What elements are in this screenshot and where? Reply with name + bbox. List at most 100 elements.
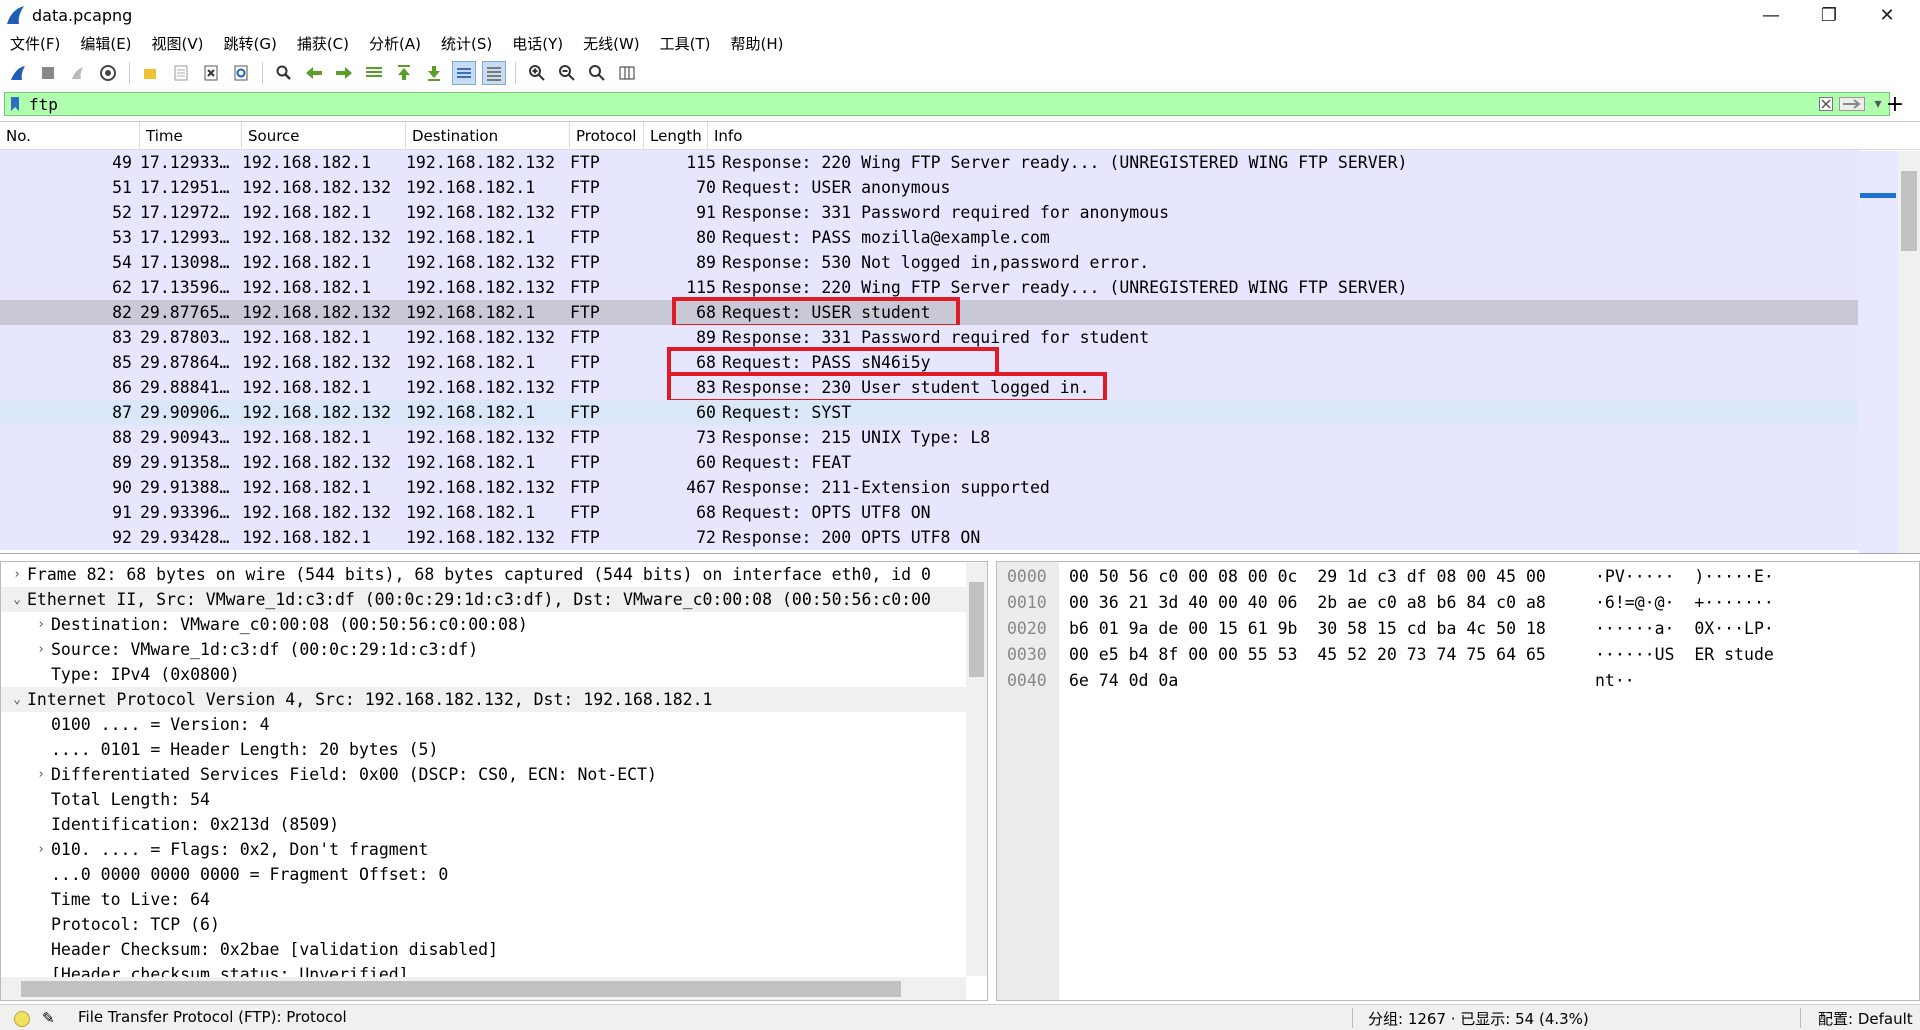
add-filter-button[interactable]: +	[1880, 92, 1910, 117]
packet-row[interactable]: 54 17.13098… 192.168.182.1 192.168.182.132 F…	[0, 250, 1860, 275]
display-filter-input[interactable]	[25, 94, 1815, 114]
save-file-icon[interactable]	[169, 61, 193, 85]
menu-help[interactable]: 帮助(H)	[731, 33, 784, 54]
menu-analyze[interactable]: 分析(A)	[369, 33, 421, 54]
column-header-time[interactable]: Time	[140, 122, 242, 150]
go-back-icon[interactable]	[302, 61, 326, 85]
chevron-right-icon[interactable]: ›	[31, 612, 51, 637]
chevron-right-icon[interactable]: ›	[31, 762, 51, 787]
reload-icon[interactable]	[229, 61, 253, 85]
bytes-ascii[interactable]: ·PV····· )·····E·	[1595, 564, 1774, 590]
bytes-ascii[interactable]: ······US ER stude	[1595, 642, 1774, 668]
capture-options-icon[interactable]	[96, 61, 120, 85]
bytes-hex[interactable]: 00 50 56 c0 00 08 00 0c 29 1d c3 df 08 0…	[1069, 564, 1546, 590]
column-header-destination[interactable]: Destination	[406, 122, 570, 150]
detail-tree-item[interactable]: Time to Live: 64	[1, 887, 987, 912]
packet-row[interactable]: 52 17.12972… 192.168.182.1 192.168.182.132 F…	[0, 200, 1860, 225]
go-last-icon[interactable]	[422, 61, 446, 85]
detail-tree-item[interactable]: › Frame 82: 68 bytes on wire (544 bits), …	[1, 562, 987, 587]
packet-row[interactable]: 49 17.12933… 192.168.182.1 192.168.182.132 F…	[0, 150, 1860, 175]
bytes-ascii[interactable]: nt··	[1595, 668, 1635, 694]
detail-tree-item[interactable]: ...0 0000 0000 0000 = Fragment Offset: 0	[1, 862, 987, 887]
column-header-source[interactable]: Source	[242, 122, 406, 150]
packet-row[interactable]: 89 29.91358… 192.168.182.132 192.168.182.1 F…	[0, 450, 1860, 475]
zoom-out-icon[interactable]	[555, 61, 579, 85]
packet-row[interactable]: 92 29.93428… 192.168.182.1 192.168.182.132 F…	[0, 525, 1860, 550]
shark-fin-start-icon[interactable]	[6, 61, 30, 85]
bookmark-icon[interactable]	[5, 93, 25, 115]
detail-tree-item[interactable]: 0100 .... = Version: 4	[1, 712, 987, 737]
details-vertical-scrollbar[interactable]	[966, 562, 987, 976]
detail-tree-item[interactable]: › Destination: VMware_c0:00:08 (00:50:56:…	[1, 612, 987, 637]
details-horizontal-scrollbar[interactable]	[1, 977, 966, 1000]
apply-filter-icon[interactable]	[1837, 93, 1867, 115]
detail-tree-item[interactable]: .... 0101 = Header Length: 20 bytes (5)	[1, 737, 987, 762]
packet-list-scrollbar[interactable]	[1898, 151, 1920, 553]
scrollbar-thumb[interactable]	[969, 582, 984, 677]
menu-tools[interactable]: 工具(T)	[660, 33, 711, 54]
go-forward-icon[interactable]	[332, 61, 356, 85]
clear-filter-icon[interactable]	[1815, 93, 1837, 115]
bytes-hex[interactable]: 6e 74 0d 0a	[1069, 668, 1178, 694]
bytes-ascii[interactable]: ······a· 0X···LP·	[1595, 616, 1774, 642]
menu-edit[interactable]: 编辑(E)	[80, 33, 131, 54]
column-header-info[interactable]: Info	[708, 122, 1920, 150]
menu-view[interactable]: 视图(V)	[152, 33, 204, 54]
packet-row[interactable]: 90 29.91388… 192.168.182.1 192.168.182.132 F…	[0, 475, 1860, 500]
detail-tree-item[interactable]: ⌄ Internet Protocol Version 4, Src: 192.1…	[1, 687, 987, 712]
expert-info-icon[interactable]	[14, 1011, 30, 1027]
detail-tree-item[interactable]: › 010. .... = Flags: 0x2, Don't fragment	[1, 837, 987, 862]
go-first-icon[interactable]	[392, 61, 416, 85]
menu-wireless[interactable]: 无线(W)	[583, 33, 640, 54]
column-header-protocol[interactable]: Protocol	[570, 122, 644, 150]
scrollbar-thumb[interactable]	[1901, 171, 1917, 251]
zoom-in-icon[interactable]	[525, 61, 549, 85]
go-to-packet-icon[interactable]	[362, 61, 386, 85]
open-folder-icon[interactable]	[139, 61, 163, 85]
detail-tree-item[interactable]: › Differentiated Services Field: 0x00 (DS…	[1, 762, 987, 787]
packet-row[interactable]: 86 29.88841… 192.168.182.1 192.168.182.132 F…	[0, 372, 1860, 403]
detail-tree-item[interactable]: Protocol: TCP (6)	[1, 912, 987, 937]
chevron-right-icon[interactable]: ›	[31, 637, 51, 662]
detail-tree-item[interactable]: › Source: VMware_1d:c3:df (00:0c:29:1d:c3…	[1, 637, 987, 662]
detail-tree-item[interactable]: Identification: 0x213d (8509)	[1, 812, 987, 837]
menu-file[interactable]: 文件(F)	[10, 33, 60, 54]
colorize-icon[interactable]	[482, 61, 506, 85]
find-icon[interactable]	[272, 61, 296, 85]
detail-tree-item[interactable]: Header Checksum: 0x2bae [validation disa…	[1, 937, 987, 962]
packet-row[interactable]: 82 29.87765… 192.168.182.132 192.168.182.1 F…	[0, 297, 1860, 328]
packet-row[interactable]: 51 17.12951… 192.168.182.132 192.168.182.1 F…	[0, 175, 1860, 200]
column-header-no[interactable]: No.	[0, 122, 140, 150]
zoom-normal-icon[interactable]	[585, 61, 609, 85]
close-button[interactable]: ✕	[1858, 0, 1916, 30]
status-profile[interactable]: 配置: Default	[1818, 1008, 1913, 1029]
column-header-length[interactable]: Length	[644, 122, 708, 150]
bytes-hex[interactable]: 00 36 21 3d 40 00 40 06 2b ae c0 a8 b6 8…	[1069, 590, 1546, 616]
packet-row[interactable]: 91 29.93396… 192.168.182.132 192.168.182.1 F…	[0, 500, 1860, 525]
scrollbar-thumb[interactable]	[21, 981, 901, 997]
bytes-ascii[interactable]: ·6!=@·@· +·······	[1595, 590, 1774, 616]
packet-minimap[interactable]	[1858, 151, 1898, 553]
bytes-hex[interactable]: 00 e5 b4 8f 00 00 55 53 45 52 20 73 74 7…	[1069, 642, 1546, 668]
capture-comment-icon[interactable]: ✎	[42, 1009, 55, 1027]
maximize-button[interactable]: ❐	[1800, 0, 1858, 30]
stop-icon[interactable]	[36, 61, 60, 85]
detail-tree-item[interactable]: Type: IPv4 (0x0800)	[1, 662, 987, 687]
chevron-right-icon[interactable]: ›	[7, 562, 27, 587]
menu-go[interactable]: 跳转(G)	[224, 33, 277, 54]
restart-icon[interactable]	[66, 61, 90, 85]
chevron-down-icon[interactable]: ⌄	[7, 587, 27, 612]
close-file-icon[interactable]	[199, 61, 223, 85]
chevron-down-icon[interactable]: ⌄	[7, 687, 27, 712]
chevron-right-icon[interactable]: ›	[31, 837, 51, 862]
packet-row[interactable]: 87 29.90906… 192.168.182.132 192.168.182.1 F…	[0, 400, 1860, 425]
detail-tree-item[interactable]: ⌄ Ethernet II, Src: VMware_1d:c3:df (00:0…	[1, 587, 987, 612]
minimize-button[interactable]: —	[1742, 0, 1800, 30]
autoscroll-icon[interactable]	[452, 61, 476, 85]
menu-telephony[interactable]: 电话(Y)	[512, 33, 563, 54]
packet-row[interactable]: 53 17.12993… 192.168.182.132 192.168.182.1 F…	[0, 225, 1860, 250]
packet-row[interactable]: 88 29.90943… 192.168.182.1 192.168.182.132 F…	[0, 425, 1860, 450]
resize-columns-icon[interactable]	[615, 61, 639, 85]
detail-tree-item[interactable]: Total Length: 54	[1, 787, 987, 812]
menu-statistics[interactable]: 统计(S)	[441, 33, 492, 54]
